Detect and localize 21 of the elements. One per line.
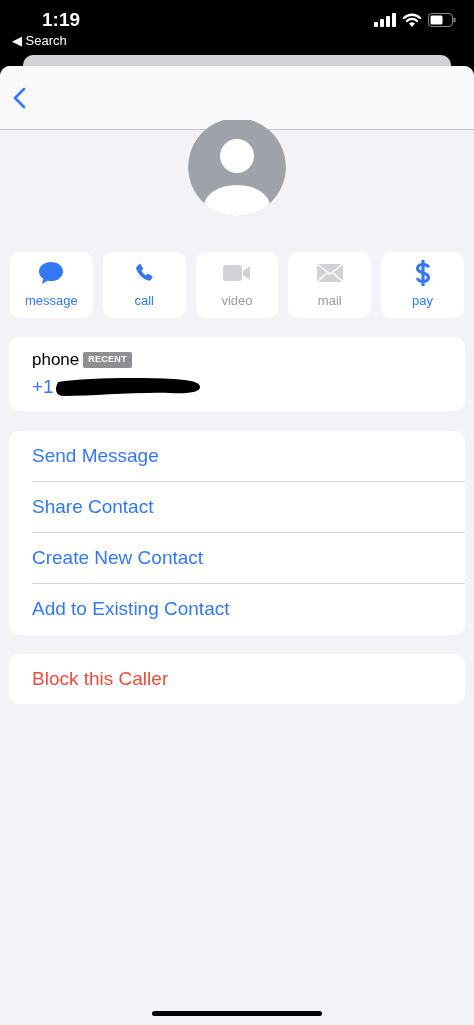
back-chevron-icon[interactable] [12,86,26,109]
recent-badge: RECENT [83,352,132,368]
envelope-icon [315,263,344,284]
menu-item[interactable]: Add to Existing Contact [32,595,230,624]
speech-bubble-icon [38,261,65,286]
block-caller-button[interactable]: Block this Caller [32,664,169,694]
phone-label: phone [32,349,80,371]
status-time: 1:19 [42,10,81,29]
action-button[interactable]: message [10,252,93,318]
menu-item[interactable]: Send Message [32,441,159,471]
battery-icon [428,12,456,27]
dollar-icon [413,259,432,288]
video-camera-icon [222,263,252,284]
menu-item[interactable]: Create New Contact [32,543,204,573]
phone-number-link[interactable]: +1 [32,372,54,401]
action-button[interactable]: call [102,252,186,318]
menu-item[interactable]: Share Contact [32,492,154,522]
signal-icon [374,12,396,27]
action-button[interactable]: pay [381,252,464,318]
back-to-search-link[interactable]: ◀ Search [12,34,67,47]
wifi-icon [402,12,422,27]
